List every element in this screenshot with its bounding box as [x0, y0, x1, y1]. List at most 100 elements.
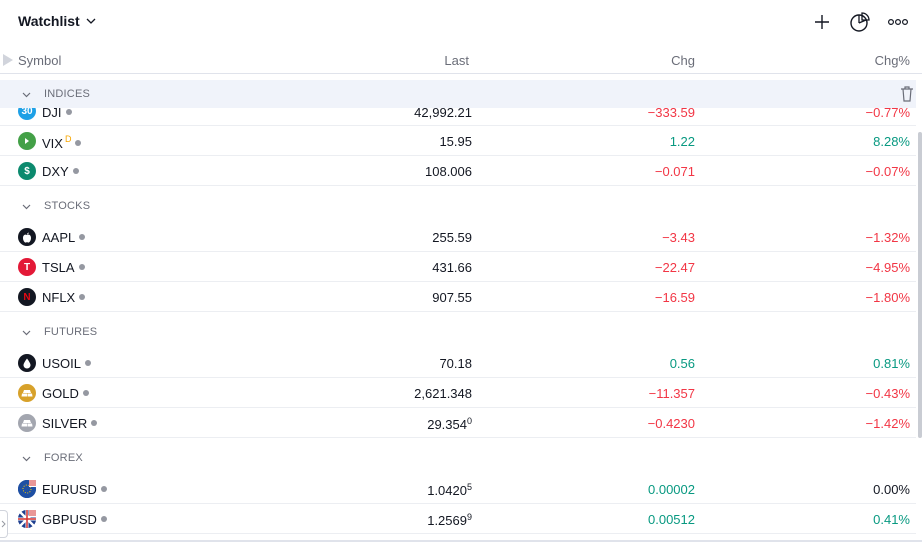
tesla-logo-icon: T [18, 258, 36, 276]
watchlist-title: Watchlist [18, 13, 80, 29]
table-row-vix[interactable]: VIX D 15.95 1.22 8.28% [0, 126, 916, 156]
divider [0, 540, 922, 542]
symbol-label: DXY [42, 164, 69, 179]
change-percent: 0.00% [873, 482, 910, 497]
table-row-gbpusd[interactable]: GBPUSD 1.25699 0.00512 0.41% [0, 504, 916, 534]
symbol-label: SILVER [42, 416, 88, 431]
last-price: 255.59 [432, 230, 472, 245]
column-chgp[interactable]: Chg% [875, 53, 910, 68]
symbol-label: NFLX [42, 290, 76, 305]
chevron-down-icon [22, 330, 31, 336]
more-options-button[interactable] [886, 10, 910, 34]
change-percent: 0.41% [873, 512, 910, 527]
last-price: 29.3540 [427, 416, 472, 432]
table-row-usoil[interactable]: USOIL 70.18 0.56 0.81% [0, 348, 916, 378]
symbol-label: GOLD [42, 386, 79, 401]
status-dot-icon [82, 390, 89, 396]
add-icon [815, 15, 829, 29]
table-row-eurusd[interactable]: EURUSD 1.04205 0.00002 0.00% [0, 474, 916, 504]
symbol-label: USOIL [42, 356, 82, 371]
table-row-silver[interactable]: SILVER 29.3540 −0.4230 −1.42% [0, 408, 916, 438]
change-value: 1.22 [669, 134, 695, 149]
change-value: −0.071 [654, 164, 695, 179]
change-percent: −0.43% [865, 386, 910, 401]
table-row-dxy[interactable]: $ DXY 108.006 −0.071 −0.07% [0, 156, 916, 186]
status-dot-icon [85, 360, 92, 366]
column-header-row: Symbol Last Chg Chg% [0, 46, 922, 74]
chevron-right-icon [1, 520, 6, 528]
column-settings-icon[interactable] [3, 54, 13, 66]
advanced-view-button[interactable] [848, 10, 872, 34]
column-chg[interactable]: Chg [671, 53, 695, 68]
netflix-logo-icon: N [18, 288, 36, 306]
change-percent: 0.81% [873, 356, 910, 371]
table-row-aapl[interactable]: AAPL 255.59 −3.43 −1.32% [0, 222, 916, 252]
status-dot-icon [100, 516, 107, 522]
symbol-label: TSLA [42, 260, 75, 275]
watchlist-title-dropdown[interactable]: Watchlist [18, 13, 96, 29]
change-percent: 8.28% [873, 134, 910, 149]
change-value: −22.47 [654, 260, 695, 275]
silver-bars-icon [18, 414, 36, 432]
symbol-label: GBPUSD [42, 512, 97, 527]
status-dot-icon [100, 486, 107, 492]
change-value: 0.00512 [648, 512, 695, 527]
last-price: 907.55 [432, 290, 472, 305]
dollar-logo-icon: $ [18, 162, 36, 180]
apple-logo-icon [18, 228, 36, 246]
change-value: −16.59 [654, 290, 695, 305]
column-symbol[interactable]: Symbol [18, 53, 61, 68]
vix-logo-icon [18, 132, 36, 150]
change-percent: −1.80% [865, 290, 910, 305]
change-value: −3.43 [662, 230, 695, 245]
last-price: 108.006 [425, 164, 472, 179]
vertical-scrollbar[interactable] [918, 132, 922, 438]
symbol-label: VIX [42, 136, 63, 151]
change-value: 0.56 [669, 356, 695, 371]
status-dot-icon [75, 140, 82, 146]
chevron-down-icon [22, 456, 31, 462]
table-row-tsla[interactable]: T TSLA 431.66 −22.47 −4.95% [0, 252, 916, 282]
eu-us-flag-icon [18, 480, 36, 498]
last-price: 1.04205 [427, 482, 472, 498]
chevron-down-icon [22, 92, 31, 98]
last-price: 431.66 [432, 260, 472, 275]
last-price: 70.18 [439, 356, 472, 371]
expand-panel-handle[interactable] [0, 510, 8, 538]
change-percent: −4.95% [865, 260, 910, 275]
change-percent: −1.42% [865, 416, 910, 431]
gold-bars-icon [18, 384, 36, 402]
section-forex[interactable]: FOREX [0, 444, 916, 472]
last-price: 2,621.348 [414, 386, 472, 401]
status-dot-icon [65, 109, 72, 115]
delayed-badge: D [64, 134, 72, 144]
change-value: 0.00002 [648, 482, 695, 497]
symbol-label: AAPL [42, 230, 76, 245]
change-percent: −0.07% [865, 164, 910, 179]
status-dot-icon [72, 168, 79, 174]
section-label: STOCKS [44, 200, 91, 212]
column-last[interactable]: Last [444, 53, 469, 68]
chart-pie-icon [850, 12, 870, 32]
watchlist-table: INDICES 30 DJI 42,992.21 −333.59 −0.77% … [0, 80, 916, 540]
trash-icon[interactable] [900, 86, 914, 102]
watchlist-header: Watchlist [0, 0, 922, 44]
change-percent: −1.32% [865, 230, 910, 245]
table-row-gold[interactable]: GOLD 2,621.348 −11.357 −0.43% [0, 378, 916, 408]
table-row-nflx[interactable]: N NFLX 907.55 −16.59 −1.80% [0, 282, 916, 312]
symbol-label: EURUSD [42, 482, 97, 497]
gb-us-flag-icon [18, 510, 36, 528]
change-value: −0.4230 [647, 416, 695, 431]
add-symbol-button[interactable] [810, 10, 834, 34]
status-dot-icon [79, 234, 86, 240]
oil-drop-icon [18, 354, 36, 372]
change-value: −11.357 [648, 386, 695, 401]
status-dot-icon [79, 294, 86, 300]
status-dot-icon [91, 420, 98, 426]
section-label: FUTURES [44, 326, 98, 338]
section-futures[interactable]: FUTURES [0, 318, 916, 346]
chevron-down-icon [86, 18, 96, 24]
section-indices-overlay: INDICES [0, 80, 916, 108]
section-stocks[interactable]: STOCKS [0, 192, 916, 220]
status-dot-icon [78, 264, 85, 270]
